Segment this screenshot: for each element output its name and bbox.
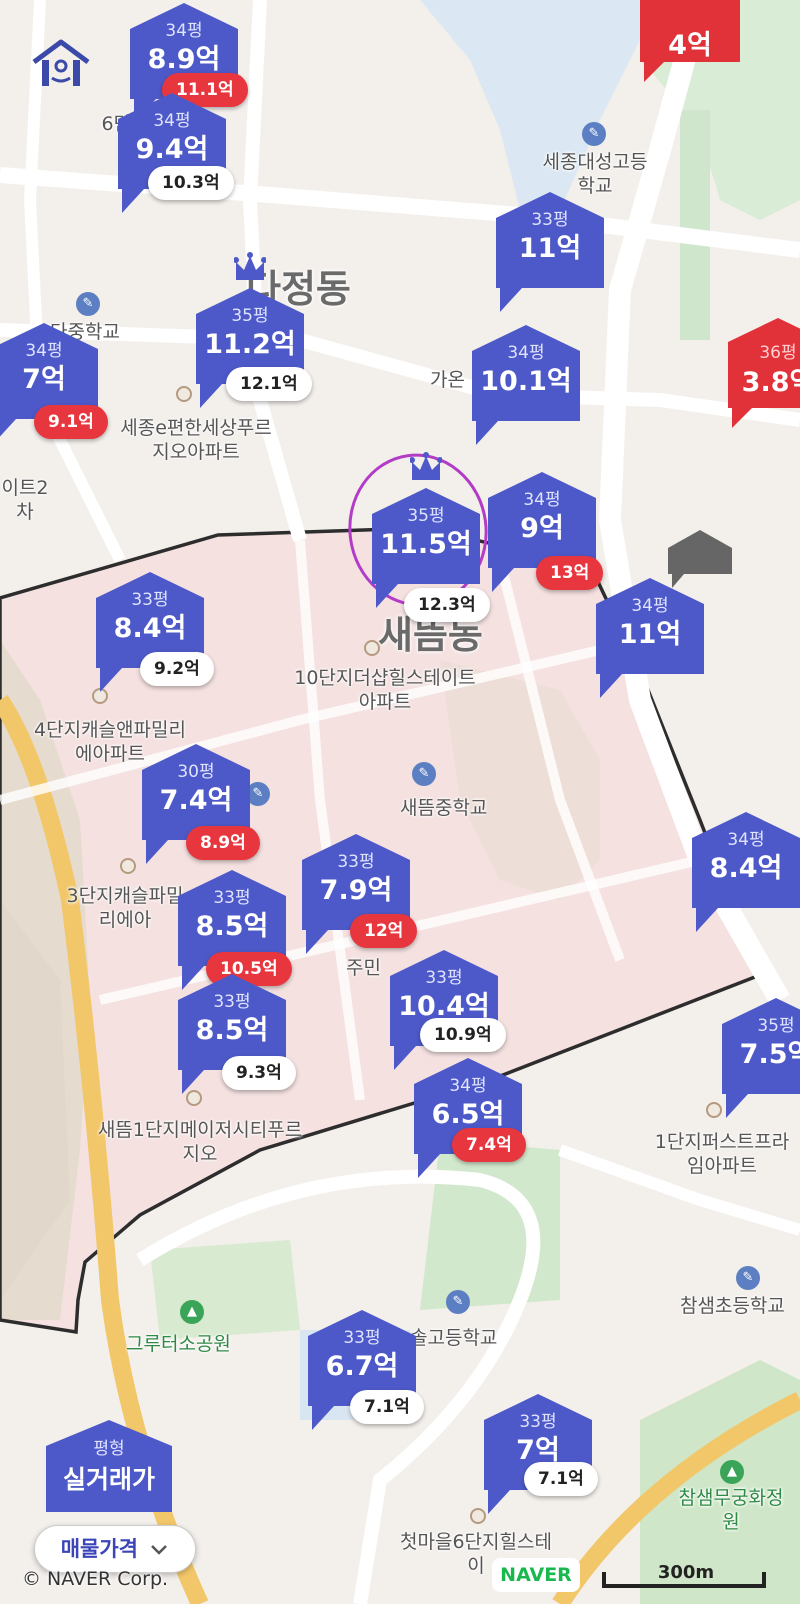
marker-price: 11억 bbox=[618, 619, 682, 650]
price-marker[interactable]: 35평 7.5억 bbox=[722, 998, 800, 1118]
price-type-label: 매물가격 bbox=[60, 1537, 138, 1561]
place-label: 새뜸중학교 bbox=[400, 797, 488, 819]
listing-price-pill[interactable]: 13억 bbox=[536, 556, 604, 590]
park-icon[interactable]: ▲ bbox=[720, 1460, 744, 1484]
apartment-icon[interactable] bbox=[706, 1102, 722, 1118]
scale-tick bbox=[762, 1572, 766, 1588]
marker-price: 8.5억 bbox=[195, 911, 269, 942]
place-label: 참샘초등학교 bbox=[680, 1295, 785, 1317]
place-label: 세종e편한세상푸르지오아파트 bbox=[120, 417, 272, 463]
marker-price: 9억 bbox=[520, 513, 564, 544]
marker-price: 7.4억 bbox=[159, 785, 233, 816]
apartment-icon[interactable] bbox=[364, 640, 380, 656]
marker-price: 4억 bbox=[668, 30, 712, 61]
legend-area-label: 평형 bbox=[93, 1439, 125, 1459]
price-marker[interactable]: 33평 11억 bbox=[496, 192, 604, 312]
school-icon[interactable]: ✎ bbox=[446, 1290, 470, 1314]
marker-price: 11.2억 bbox=[204, 329, 296, 360]
scale-bar: 300m bbox=[602, 1560, 770, 1592]
school-icon[interactable]: ✎ bbox=[76, 292, 100, 316]
place-label: 10단지더샵힐스테이트아파트 bbox=[294, 667, 476, 713]
marker-price: 8.5억 bbox=[195, 1015, 269, 1046]
chevron-down-icon bbox=[151, 1545, 168, 1555]
place-label: 세종대성고등학교 bbox=[542, 151, 648, 197]
crown-icon bbox=[410, 452, 442, 480]
listing-price-pill[interactable]: 10.3억 bbox=[148, 166, 234, 200]
listing-price-pill[interactable]: 12억 bbox=[350, 914, 418, 948]
marker-price: 8.4억 bbox=[709, 853, 783, 884]
listing-price-pill[interactable]: 7.4억 bbox=[452, 1128, 526, 1162]
marker-price: 10.1억 bbox=[480, 366, 572, 397]
price-type-dropdown[interactable]: 매물가격 bbox=[34, 1525, 196, 1573]
scale-label: 300m bbox=[657, 1562, 715, 1583]
marker-price: 7억 bbox=[22, 364, 66, 395]
marker-price: 6.7억 bbox=[325, 1351, 399, 1382]
marker-price: 3.8억 bbox=[741, 367, 800, 398]
listing-price-pill[interactable]: 9.2억 bbox=[140, 652, 214, 686]
place-label: 그루터소공원 bbox=[126, 1333, 231, 1355]
listing-price-pill[interactable]: 10.9억 bbox=[420, 1018, 506, 1052]
price-marker[interactable]: 33평 7억 bbox=[484, 1394, 592, 1514]
listing-price-pill[interactable]: 7.1억 bbox=[524, 1462, 598, 1496]
scale-line bbox=[602, 1584, 766, 1588]
legend-price-label: 실거래가 bbox=[62, 1465, 155, 1494]
place-label: 새뜸1단지메이저시티푸르지오 bbox=[97, 1119, 303, 1165]
price-marker[interactable]: 34평 10.1억 bbox=[472, 325, 580, 445]
legend-marker: 평형 실거래가 bbox=[46, 1420, 172, 1512]
marker-price: 11.5억 bbox=[380, 529, 472, 560]
place-label: 가온 bbox=[430, 369, 465, 391]
apartment-icon[interactable] bbox=[176, 386, 192, 402]
home-icon[interactable] bbox=[30, 38, 92, 90]
place-label: 이트2차 bbox=[1, 477, 49, 523]
school-icon[interactable]: ✎ bbox=[582, 122, 606, 146]
price-marker[interactable]: 34평 11억 bbox=[596, 578, 704, 698]
crown-icon bbox=[234, 252, 266, 280]
naver-logo: NAVER bbox=[492, 1558, 580, 1592]
listing-price-pill[interactable]: 8.9억 bbox=[186, 826, 260, 860]
marker-price: 9.4억 bbox=[135, 134, 209, 165]
marker-price: 8.4억 bbox=[113, 613, 187, 644]
marker-price: 7.5억 bbox=[739, 1039, 800, 1070]
listing-price-pill[interactable]: 12.1억 bbox=[226, 367, 312, 401]
marker-price: 8.9억 bbox=[147, 44, 221, 75]
building-icon bbox=[668, 530, 732, 588]
park-icon[interactable]: ▲ bbox=[180, 1300, 204, 1324]
listing-price-pill[interactable]: 7.1억 bbox=[350, 1390, 424, 1424]
place-label: 주민 bbox=[346, 957, 381, 979]
place-label: 1단지퍼스트프라임아파트 bbox=[654, 1131, 790, 1177]
school-icon[interactable]: ✎ bbox=[736, 1266, 760, 1290]
price-marker-red[interactable]: 4억 bbox=[640, 0, 740, 82]
listing-price-pill[interactable]: 9.1억 bbox=[34, 405, 108, 439]
marker-price: 7.9억 bbox=[319, 875, 393, 906]
marker-price: 11억 bbox=[518, 233, 582, 264]
place-label: 참샘무궁화정원 bbox=[678, 1487, 784, 1533]
listing-price-pill[interactable]: 12.3억 bbox=[404, 588, 490, 622]
marker-price: 6.5억 bbox=[431, 1099, 505, 1130]
price-marker[interactable]: 34평 8.4억 bbox=[692, 812, 800, 932]
listing-price-pill[interactable]: 9.3억 bbox=[222, 1056, 296, 1090]
price-marker[interactable]: 33평 10.4억 bbox=[390, 950, 498, 1070]
apartment-icon[interactable] bbox=[120, 858, 136, 874]
scale-tick bbox=[602, 1572, 606, 1588]
school-icon[interactable]: ✎ bbox=[412, 762, 436, 786]
price-marker-red[interactable]: 36평 3.8억 bbox=[728, 318, 800, 428]
copyright-text: © NAVER Corp. bbox=[22, 1568, 169, 1590]
place-label: 3단지캐슬파밀리에아 bbox=[66, 885, 184, 931]
place-label: 솔고등학교 bbox=[410, 1327, 498, 1349]
